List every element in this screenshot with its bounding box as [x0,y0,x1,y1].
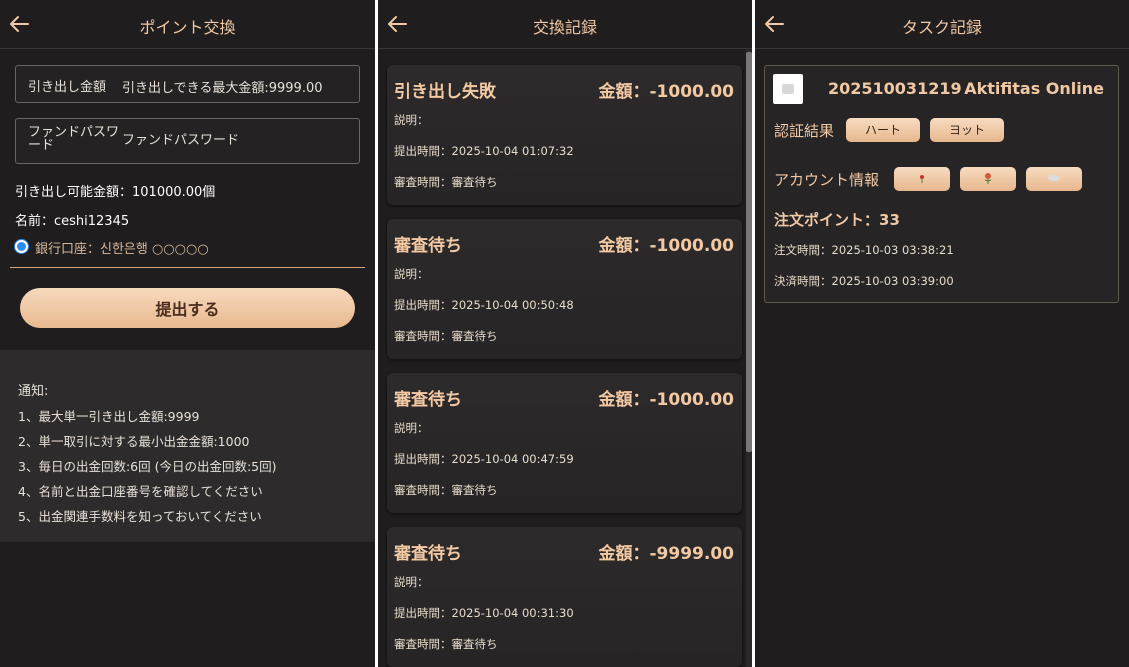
fund-password-placeholder[interactable]: ファンドパスワード [122,129,239,148]
task-records-panel: タスク記録 202510031219 Aktifitas Online 認証結果… [755,0,1129,667]
record-reviewed: 審査時間：審査待ち [394,175,498,189]
record-amount: 金額：-1000.00 [598,236,735,256]
record-amount: 金額：-1000.00 [598,390,735,410]
notice-line: 1、最大単一引き出し金額:9999 [18,409,200,424]
record-desc: 説明： [394,267,429,281]
record-amount: 金額：-1000.00 [598,82,735,102]
record-reviewed: 審査時間：審査待ち [394,637,498,651]
header: 交換記録 [378,0,752,49]
account-info-label: アカウント情報 [774,171,880,189]
notice-line: 2、単一取引に対する最小出金金額:1000 [18,434,250,449]
record-reviewed: 審査時間：審査待ち [394,483,498,497]
fund-password-label: ファンドパスワード [28,125,120,153]
record-status: 審査待ち [394,236,462,256]
order-number: 202510031219 [828,79,962,98]
notice-line: 5、出金関連手数料を知っておいてください [18,509,262,524]
available-amount: 引き出し可能金額：101000.00個 [15,185,216,200]
record-amount: 金額：-9999.00 [598,544,735,564]
record-submitted: 提出時間：2025-10-04 00:47:59 [394,452,574,466]
header: ポイント交換 [0,0,375,49]
scrollbar-thumb[interactable] [746,52,752,452]
auth-result-label: 認証結果 [774,122,835,140]
notice-line: 3、毎日の出金回数:6回 (今日の出金回数:5回) [18,459,277,474]
feather-icon [1048,175,1060,181]
withdraw-amount-label: 引き出し金額 [28,80,107,95]
record-submitted: 提出時間：2025-10-04 00:50:48 [394,298,574,312]
notice-box: 通知: 1、最大単一引き出し金額:9999 2、単一取引に対する最小出金金額:1… [0,350,375,542]
record-card[interactable]: 審査待ち 金額：-9999.00 説明： 提出時間：2025-10-04 00:… [387,527,742,667]
record-desc: 説明： [394,113,429,127]
withdraw-amount-placeholder[interactable]: 引き出しできる最大金額:9999.00 [122,77,323,96]
bank-radio[interactable] [15,240,28,253]
record-status: 引き出し失敗 [394,82,496,102]
notice-line: 4、名前と出金口座番号を確認してください [18,484,263,499]
record-card[interactable]: 審査待ち 金額：-1000.00 説明： 提出時間：2025-10-04 00:… [387,219,742,359]
shop-name: Aktifitas Online [964,79,1104,98]
flower-icon [920,175,924,183]
record-reviewed: 審査時間：審査待ち [394,329,498,343]
record-desc: 説明： [394,421,429,435]
task-card: 202510031219 Aktifitas Online 認証結果 ハート ヨ… [764,65,1119,303]
record-status: 審査待ち [394,544,462,564]
withdraw-amount-field[interactable]: 引き出し金額 引き出しできる最大金額:9999.00 [15,65,360,103]
record-submitted: 提出時間：2025-10-04 01:07:32 [394,144,574,158]
auth-button-yacht[interactable]: ヨット [930,118,1004,142]
rose-icon [984,173,992,184]
page-title: タスク記録 [901,18,982,37]
point-exchange-panel: ポイント交換 引き出し金額 引き出しできる最大金額:9999.00 ファンドパス… [0,0,375,667]
record-status: 審査待ち [394,390,462,410]
account-image-button[interactable] [1026,167,1082,191]
notice-title: 通知: [18,384,49,399]
divider [10,267,365,268]
record-desc: 説明： [394,575,429,589]
product-thumbnail [773,74,803,104]
record-card[interactable]: 引き出し失敗 金額：-1000.00 説明： 提出時間：2025-10-04 0… [387,65,742,205]
account-image-button[interactable] [960,167,1016,191]
header: タスク記録 [755,0,1129,49]
record-card[interactable]: 審査待ち 金額：-1000.00 説明： 提出時間：2025-10-04 00:… [387,373,742,513]
submit-button[interactable]: 提出する [20,288,355,328]
account-image-button[interactable] [894,167,950,191]
payment-time: 決済時間：2025-10-03 03:39:00 [774,274,954,288]
order-points: 注文ポイント：33 [774,211,900,229]
fund-password-field[interactable]: ファンドパスワード ファンドパスワード [15,118,360,164]
account-name: 名前：ceshi12345 [15,214,130,229]
order-time: 注文時間：2025-10-03 03:38:21 [774,243,954,257]
record-submitted: 提出時間：2025-10-04 00:31:30 [394,606,574,620]
page-title: 交換記録 [532,18,597,37]
auth-button-heart[interactable]: ハート [846,118,920,142]
bank-account[interactable]: 銀行口座：신한은행 ○○○○○ [35,238,209,257]
exchange-records-panel: 交換記録 引き出し失敗 金額：-1000.00 説明： 提出時間：2025-10… [378,0,752,667]
page-title: ポイント交換 [139,18,236,37]
